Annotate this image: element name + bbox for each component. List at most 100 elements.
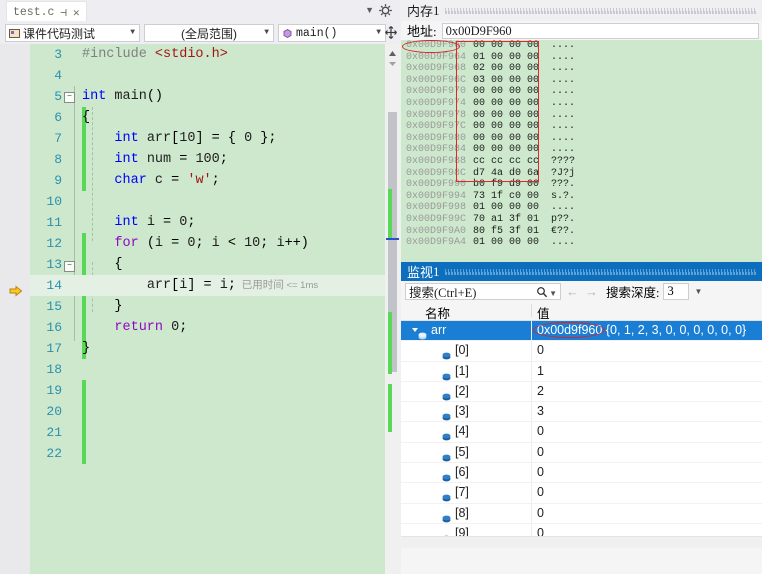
watch-row[interactable]: [7] 0 <box>401 483 762 504</box>
memory-row[interactable]: 0x00D9F998 01 00 00 00.... <box>401 202 762 214</box>
code-line-21[interactable]: 21 <box>30 422 385 443</box>
chevron-down-icon[interactable]: ▼ <box>365 5 374 15</box>
code-text: { <box>82 110 91 125</box>
memory-row[interactable]: 0x00D9F994 73 1f c0 00 s.?. <box>401 191 762 203</box>
watch-search-input[interactable]: 搜索(Ctrl+E) ▼ <box>405 282 561 301</box>
chevron-down-icon[interactable]: ▼ <box>549 289 557 298</box>
memory-row-address: 0x00D9F9A0 <box>406 225 467 237</box>
watch-row[interactable]: [5] 0 <box>401 442 762 464</box>
code-line-14[interactable]: 14 arr[i] = i; 已用时间 <= 1ms <box>30 275 385 296</box>
code-line-16[interactable]: 16 return 0; <box>30 317 385 338</box>
column-header-value[interactable]: 值 <box>537 303 550 322</box>
memory-row-ascii: s.?. <box>551 190 576 202</box>
memory-row-ascii: .... <box>551 86 576 98</box>
watch-rows[interactable]: arr 0x00d9f960 {0, 1, 2, 3, 0, 0, 0, 0, 0… <box>401 321 762 536</box>
watch-row-name: [0] <box>455 343 469 358</box>
watch-row[interactable]: [9] 0 <box>401 523 762 536</box>
memory-row-address: 0x00D9F998 <box>406 202 467 214</box>
code-line-11[interactable]: 11 int i = 0; <box>30 212 385 233</box>
watch-row[interactable]: [2] 2 <box>401 381 762 403</box>
line-number: 8 <box>54 152 62 167</box>
code-line-5[interactable]: 5 int main() <box>30 86 385 107</box>
method-icon <box>282 28 293 39</box>
gear-icon[interactable] <box>378 3 393 18</box>
line-number: 11 <box>46 215 62 230</box>
code-line-15[interactable]: 15 } <box>30 296 385 317</box>
panel-drag-handle[interactable] <box>444 268 757 275</box>
memory-row-ascii: .... <box>551 51 576 63</box>
line-number: 12 <box>46 236 62 251</box>
memory-address-row: 地址: 0x00D9F960 <box>401 21 762 40</box>
close-icon[interactable]: ✕ <box>73 6 80 20</box>
memory-row-hex: 80 f5 3f 01 <box>473 225 540 237</box>
memory-dump[interactable]: 0x00D9F960 00 00 00 00.... 0x00D9F964 01 00… <box>401 40 762 262</box>
code-line-4[interactable]: 4 <box>30 65 385 86</box>
function-dropdown[interactable]: main() ▼ <box>278 24 386 42</box>
project-icon <box>9 28 20 39</box>
code-text: { <box>82 257 123 272</box>
scope-dropdown-label: (全局范围) <box>181 26 237 41</box>
scope-dropdown[interactable]: (全局范围) ▼ <box>144 24 274 42</box>
variable-icon <box>418 327 427 340</box>
code-text: for (i = 0; i < 10; i++) <box>114 236 309 251</box>
code-line-20[interactable]: 20 <box>30 401 385 422</box>
code-line-7[interactable]: 7 int arr[10] = { 0 }; <box>30 128 385 149</box>
code-line-18[interactable]: 18 <box>30 359 385 380</box>
code-line-3[interactable]: 3 #include <stdio.h> <box>30 44 385 65</box>
function-dropdown-label: main() <box>296 26 338 40</box>
watch-horizontal-scrollbar[interactable] <box>401 536 762 548</box>
watch-row[interactable]: [4] 0 <box>401 422 762 443</box>
scrollbar-change-marker <box>388 384 392 432</box>
scroll-down-icon[interactable] <box>388 56 397 70</box>
search-icon[interactable] <box>536 286 548 301</box>
search-depth-value[interactable]: 3 <box>663 282 690 300</box>
arrow-right-icon[interactable]: → <box>584 284 599 299</box>
code-line-17[interactable]: 17} <box>30 338 385 359</box>
variable-icon <box>442 408 451 421</box>
variable-icon <box>442 469 451 482</box>
line-number: 18 <box>46 362 62 377</box>
code-line-19[interactable]: 19 <box>30 380 385 401</box>
watch-row-name: [2] <box>455 383 469 398</box>
memory-row[interactable]: 0x00D9F9A4 01 00 00 00.... <box>401 237 762 249</box>
watch-row[interactable]: [3] 3 <box>401 402 762 423</box>
watch-row[interactable]: [8] 0 <box>401 503 762 524</box>
watch-row[interactable]: [0] 0 <box>401 341 762 362</box>
code-line-13[interactable]: 13 { <box>30 254 385 275</box>
chevron-down-icon[interactable]: ▼ <box>376 28 381 37</box>
project-dropdown[interactable]: 课件代码测试 ▼ <box>5 24 140 42</box>
memory-panel-header[interactable]: 内存 1 <box>401 0 762 21</box>
code-line-6[interactable]: 6{ <box>30 107 385 128</box>
watch-row[interactable]: [1] 1 <box>401 361 762 382</box>
document-tab-test-c[interactable]: test.c ⊣ ✕ <box>6 1 87 21</box>
pin-icon[interactable]: ⊣ <box>60 6 67 20</box>
chevron-down-icon[interactable]: ▼ <box>264 28 269 37</box>
code-line-10[interactable]: 10 <box>30 191 385 212</box>
memory-row[interactable]: 0x00D9F99C 70 a1 3f 01 p??. <box>401 214 762 226</box>
variable-icon <box>442 449 451 462</box>
code-line-9[interactable]: 9 char c = 'w'; <box>30 170 385 191</box>
panel-drag-handle[interactable] <box>444 7 757 14</box>
memory-row-ascii: .... <box>551 109 576 121</box>
code-line-8[interactable]: 8 int num = 100; <box>30 149 385 170</box>
memory-row-address: 0x00D9F9A4 <box>406 237 467 249</box>
chevron-down-icon[interactable]: ▼ <box>130 28 135 37</box>
split-window-icon[interactable] <box>384 25 398 40</box>
code-line-22[interactable]: 22 <box>30 443 385 464</box>
code-text-surface[interactable]: − − 3 #include <stdio.h> 4 5 int main() 6{7 i… <box>30 44 385 574</box>
memory-address-input[interactable]: 0x00D9F960 <box>441 22 759 39</box>
code-line-12[interactable]: 12 for (i = 0; i < 10; i++) <box>30 233 385 254</box>
column-header-name[interactable]: 名称 <box>425 303 450 322</box>
code-area: − − 3 #include <stdio.h> 4 5 int main() 6{7 i… <box>0 44 400 574</box>
watch-panel-header[interactable]: 监视 1 <box>401 262 762 281</box>
chevron-down-icon[interactable]: ▼ <box>694 287 702 296</box>
line-number: 9 <box>54 173 62 188</box>
memory-row-ascii: .... <box>551 74 576 86</box>
editor-vertical-scrollbar[interactable] <box>385 44 400 574</box>
watch-value-highlight-ellipse <box>533 322 605 338</box>
arrow-left-icon[interactable]: ← <box>565 284 580 299</box>
editor-breakpoint-margin[interactable] <box>0 44 30 574</box>
memory-row[interactable]: 0x00D9F9A0 80 f5 3f 01 €??. <box>401 226 762 238</box>
variable-icon <box>442 489 451 502</box>
watch-row[interactable]: [6] 0 <box>401 463 762 484</box>
